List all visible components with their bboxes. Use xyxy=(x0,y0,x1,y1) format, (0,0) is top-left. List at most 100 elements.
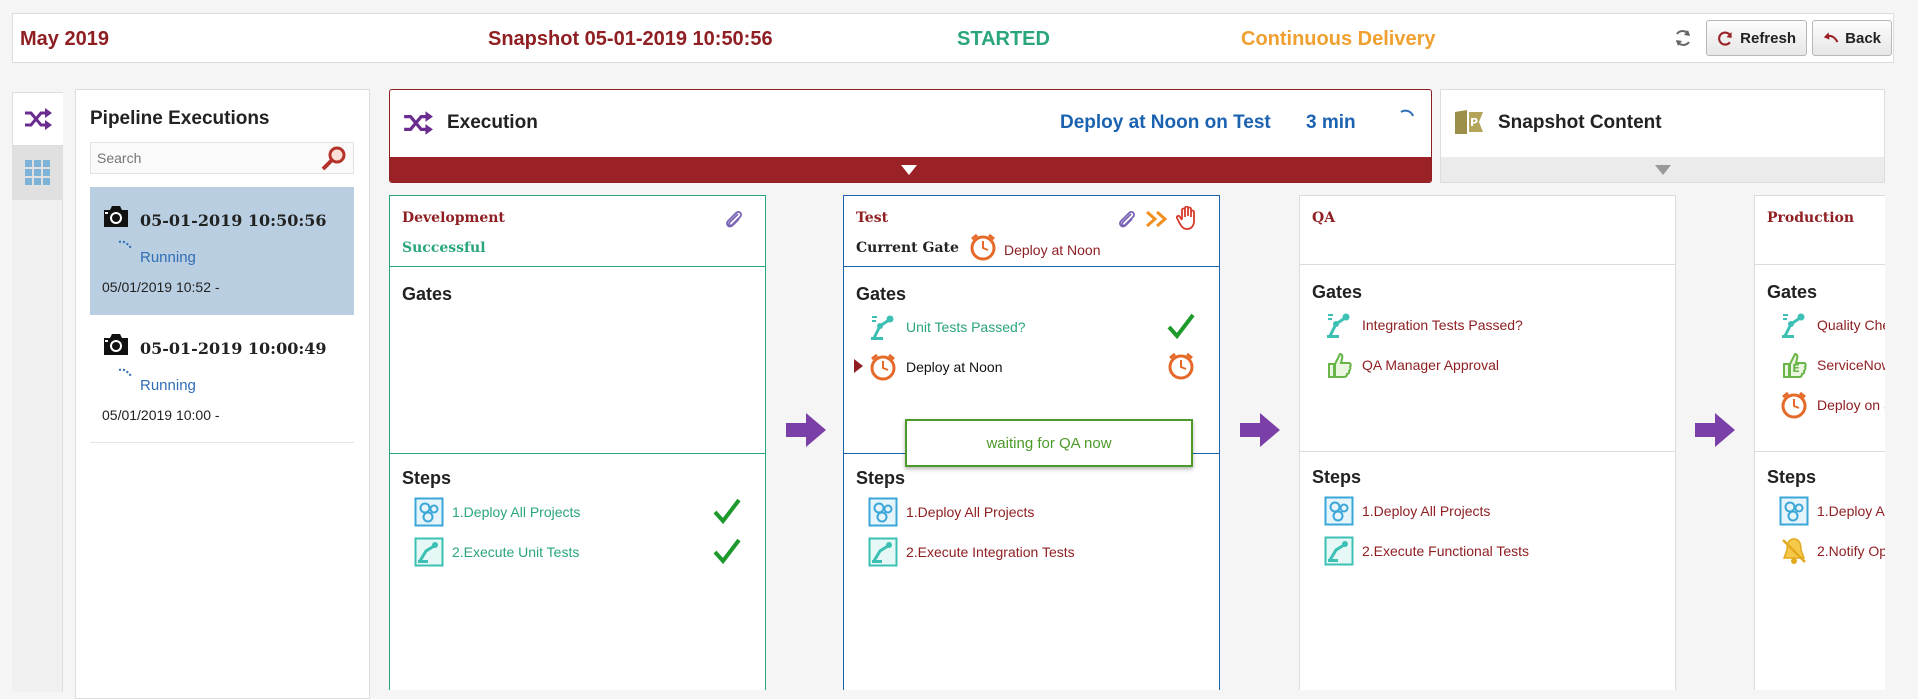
search-icon[interactable] xyxy=(320,144,348,176)
waiting-tooltip: waiting for QA now xyxy=(905,419,1193,467)
checkmark-icon xyxy=(1166,311,1196,341)
thumbs-up-icon xyxy=(1324,350,1354,380)
gates-heading: Gates xyxy=(1767,282,1818,302)
notify-bell-icon xyxy=(1779,536,1809,566)
left-nav xyxy=(12,92,63,692)
gate-label: Quality Che xyxy=(1817,317,1885,333)
deploy-icon xyxy=(414,497,444,527)
step-label: 2.Execute Functional Tests xyxy=(1362,543,1530,559)
gate-item[interactable]: Integration Tests Passed? xyxy=(1324,309,1523,341)
steps-heading: Steps xyxy=(1312,467,1362,487)
step-item[interactable]: 2.Execute Functional Tests xyxy=(1324,535,1529,567)
stage-production: Production Gates Quality Che ServiceNow … xyxy=(1754,195,1885,690)
divider xyxy=(1300,264,1675,265)
robot-arm-icon xyxy=(1779,310,1809,340)
steps-heading: Steps xyxy=(856,468,906,488)
execution-date: 05/01/2019 10:00 - xyxy=(102,407,220,423)
stage-development: Development Successful Gates Steps 1.Dep… xyxy=(389,195,766,690)
nav-execution-tab[interactable] xyxy=(12,92,63,146)
checkmark-icon xyxy=(712,496,742,526)
step-label: 1.Deploy All Projects xyxy=(452,504,581,520)
step-label: 2.Execute Unit Tests xyxy=(452,544,580,560)
step-label: 2.Execute Integration Tests xyxy=(906,544,1075,560)
grid-icon xyxy=(24,160,50,185)
arrow-right-icon xyxy=(1238,410,1282,450)
pipeline-executions-panel: Pipeline Executions 05-01-2019 10:50:56 … xyxy=(75,89,370,699)
stage-name: Development xyxy=(402,210,505,226)
step-item[interactable]: 2.Execute Unit Tests xyxy=(414,536,754,568)
shuffle-icon xyxy=(23,107,53,131)
camera-icon xyxy=(101,331,131,357)
execution-timestamp: 05-01-2019 10:50:56 xyxy=(140,211,327,230)
gate-label: Deploy on S xyxy=(1817,397,1885,413)
deploy-icon xyxy=(1779,496,1809,526)
gate-item[interactable]: Unit Tests Passed? xyxy=(868,311,1208,343)
step-label: 1.Deploy All Projects xyxy=(906,504,1035,520)
robot-arm-icon xyxy=(1324,536,1354,566)
step-item[interactable]: 1.Deploy All Projects xyxy=(1324,495,1490,527)
stage-name: Production xyxy=(1767,210,1855,226)
robot-arm-icon xyxy=(414,537,444,567)
current-gate-name: Deploy at Noon xyxy=(1004,242,1101,258)
divider xyxy=(1755,264,1885,265)
step-item[interactable]: 1.Deploy Al xyxy=(1779,495,1885,527)
paperclip-icon[interactable] xyxy=(1117,208,1137,230)
gates-heading: Gates xyxy=(402,284,453,304)
gate-item[interactable]: Deploy on S xyxy=(1779,389,1885,421)
camera-icon xyxy=(101,203,131,229)
active-gate-pointer-icon xyxy=(854,359,863,373)
arrow-right-icon xyxy=(1693,410,1737,450)
nav-grid-tab[interactable] xyxy=(12,146,63,200)
step-item[interactable]: 2.Notify Op xyxy=(1779,535,1885,567)
gate-label: QA Manager Approval xyxy=(1362,357,1499,373)
stage-status: Successful xyxy=(402,240,486,256)
step-label: 2.Notify Op xyxy=(1817,543,1885,559)
alarm-clock-icon xyxy=(1779,390,1809,420)
gate-item[interactable]: QA Manager Approval xyxy=(1324,349,1499,381)
paperclip-icon[interactable] xyxy=(724,208,744,230)
execution-timestamp: 05-01-2019 10:00:49 xyxy=(140,339,327,358)
gate-label: ServiceNow xyxy=(1817,357,1885,373)
execution-date: 05/01/2019 10:52 - xyxy=(102,279,220,295)
alarm-clock-icon xyxy=(1166,351,1196,381)
divider xyxy=(844,266,1219,267)
stage-name: Test xyxy=(856,210,889,226)
search-input[interactable] xyxy=(90,142,354,174)
execution-item[interactable]: 05-01-2019 10:00:49 Running 05/01/2019 1… xyxy=(90,315,354,443)
step-item[interactable]: 1.Deploy All Projects xyxy=(414,496,754,528)
deploy-icon xyxy=(868,497,898,527)
robot-arm-icon xyxy=(1324,310,1354,340)
robot-arm-icon xyxy=(868,537,898,567)
running-spinner-icon xyxy=(117,367,137,381)
execution-status-label: Running xyxy=(140,377,196,394)
stop-hand-icon[interactable] xyxy=(1176,206,1198,230)
steps-heading: Steps xyxy=(1767,467,1817,487)
stage-name: QA xyxy=(1312,210,1336,226)
servicenow-icon xyxy=(1779,350,1809,380)
alarm-clock-icon xyxy=(968,232,998,262)
running-spinner-icon xyxy=(117,239,137,253)
robot-arm-icon xyxy=(868,312,898,342)
gate-item-active[interactable]: Deploy at Noon xyxy=(868,351,1208,383)
current-gate-label: Current Gate xyxy=(856,240,959,256)
step-label: 1.Deploy Al xyxy=(1817,503,1885,519)
divider xyxy=(390,453,765,454)
execution-item[interactable]: 05-01-2019 10:50:56 Running 05/01/2019 1… xyxy=(90,187,354,315)
gate-item[interactable]: Quality Che xyxy=(1779,309,1885,341)
step-item[interactable]: 2.Execute Integration Tests xyxy=(868,536,1075,568)
divider xyxy=(1300,451,1675,452)
steps-heading: Steps xyxy=(402,468,452,488)
stages-area: Development Successful Gates Steps 1.Dep… xyxy=(389,0,1885,690)
gate-item[interactable]: ServiceNow xyxy=(1779,349,1885,381)
executions-title: Pipeline Executions xyxy=(90,108,270,129)
checkmark-icon xyxy=(712,536,742,566)
month-label: May 2019 xyxy=(20,28,109,50)
deploy-icon xyxy=(1324,496,1354,526)
step-item[interactable]: 1.Deploy All Projects xyxy=(868,496,1034,528)
divider xyxy=(1755,451,1885,452)
arrow-right-icon xyxy=(784,410,828,450)
fast-forward-icon[interactable] xyxy=(1146,210,1168,228)
gate-label: Unit Tests Passed? xyxy=(906,319,1026,335)
alarm-clock-icon xyxy=(868,352,898,382)
stage-qa: QA Gates Integration Tests Passed? QA Ma… xyxy=(1299,195,1676,690)
